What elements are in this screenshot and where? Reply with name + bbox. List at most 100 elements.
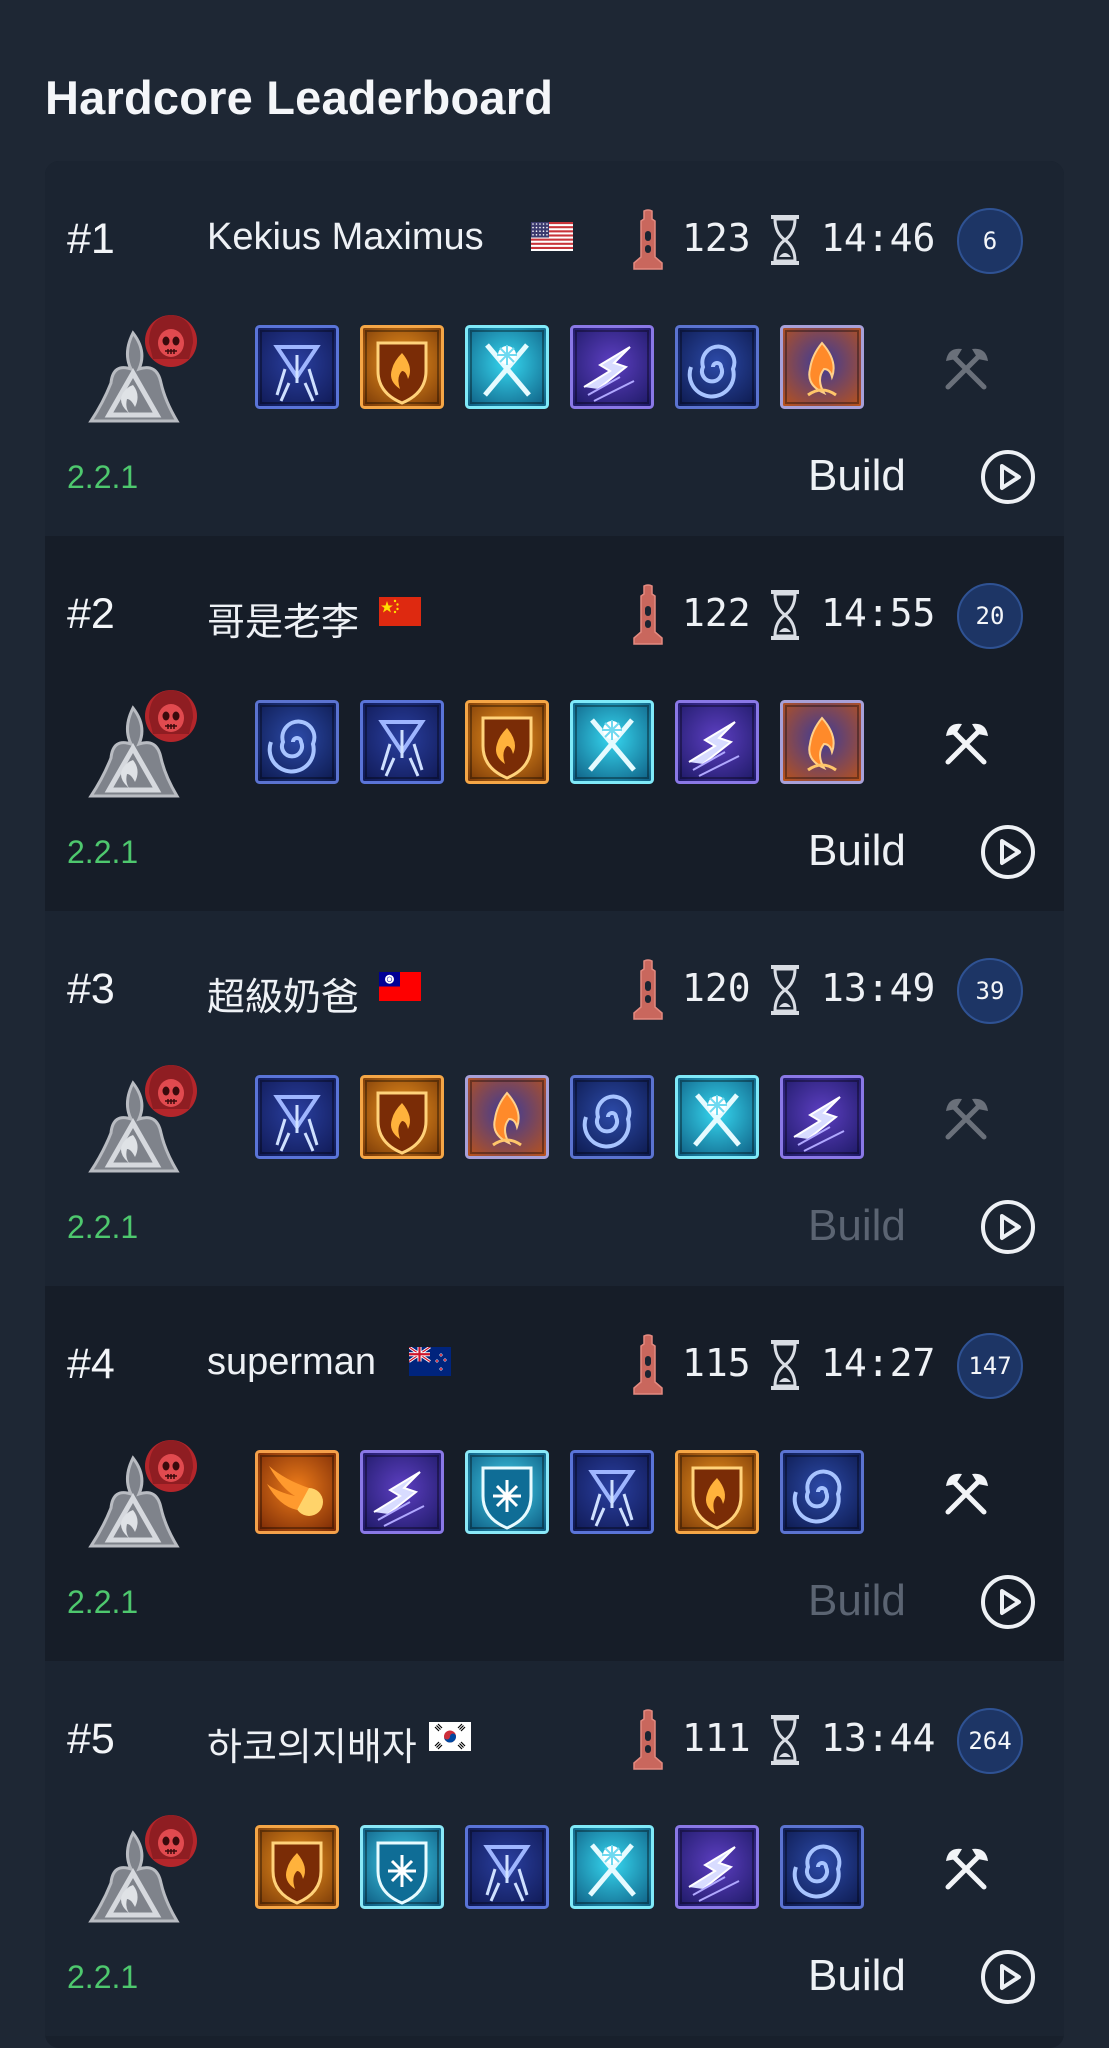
- frost-blades-icon[interactable]: [675, 1075, 759, 1159]
- game-version: 2.2.1: [67, 834, 139, 870]
- tower-icon: [628, 584, 668, 646]
- game-version: 2.2.1: [67, 1209, 139, 1245]
- crossed-axes-icon[interactable]: [938, 1841, 994, 1897]
- lightning-spear-icon[interactable]: [570, 1450, 654, 1534]
- ice-shield-icon[interactable]: [465, 1450, 549, 1534]
- flame-shield-icon[interactable]: [675, 1450, 759, 1534]
- lightning-spear-icon[interactable]: [360, 700, 444, 784]
- rank-label: #1: [67, 215, 115, 263]
- rank-label: #3: [67, 965, 115, 1013]
- fire-enchant-icon[interactable]: [465, 1075, 549, 1159]
- pit-level: 111: [682, 1716, 751, 1760]
- pit-level: 122: [682, 591, 751, 635]
- chain-lightning-icon[interactable]: [780, 1075, 864, 1159]
- chain-lightning-icon[interactable]: [360, 1450, 444, 1534]
- necromancer-class-icon: [73, 678, 213, 818]
- tower-icon: [628, 209, 668, 271]
- game-version: 2.2.1: [67, 1584, 139, 1620]
- player-name[interactable]: 哥是老李: [207, 591, 359, 646]
- clear-time: 13:44: [821, 1716, 936, 1760]
- build-link[interactable]: Build: [808, 1576, 906, 1626]
- flame-shield-icon[interactable]: [360, 325, 444, 409]
- hourglass-icon: [765, 213, 805, 267]
- vortex-icon[interactable]: [780, 1450, 864, 1534]
- rank-badge: 6: [957, 208, 1023, 274]
- leaderboard-entry[interactable]: #1 Kekius Maximus 123 14:46 6 2.2.1 Build: [45, 161, 1064, 536]
- tower-icon: [628, 1334, 668, 1396]
- play-video-button[interactable]: [980, 1574, 1036, 1630]
- crossed-axes-icon[interactable]: [938, 1466, 994, 1522]
- clear-time: 14:46: [821, 216, 936, 260]
- nz-flag-icon: [408, 1345, 451, 1376]
- frost-blades-icon[interactable]: [465, 325, 549, 409]
- game-version: 2.2.1: [67, 1959, 139, 1995]
- rank-label: #2: [67, 590, 115, 638]
- vortex-icon[interactable]: [675, 325, 759, 409]
- crossed-axes-icon[interactable]: [938, 341, 994, 397]
- clear-time: 13:49: [821, 966, 936, 1010]
- tower-icon: [628, 1709, 668, 1771]
- rank-label: #5: [67, 1715, 115, 1763]
- rank-label: #4: [67, 1340, 115, 1388]
- chain-lightning-icon[interactable]: [570, 325, 654, 409]
- lightning-spear-icon[interactable]: [255, 325, 339, 409]
- player-name[interactable]: superman: [207, 1341, 376, 1384]
- necromancer-class-icon: [73, 303, 213, 443]
- chain-lightning-icon[interactable]: [675, 700, 759, 784]
- hourglass-icon: [765, 588, 805, 642]
- rank-badge: 20: [957, 583, 1023, 649]
- crossed-axes-icon[interactable]: [938, 716, 994, 772]
- lightning-spear-icon[interactable]: [255, 1075, 339, 1159]
- clear-time: 14:55: [821, 591, 936, 635]
- player-name[interactable]: 하코의지배자: [207, 1716, 417, 1771]
- cn-flag-icon: [379, 597, 421, 626]
- build-link[interactable]: Build: [808, 1201, 906, 1251]
- necromancer-class-icon: [73, 1803, 213, 1943]
- necromancer-class-icon: [73, 1053, 213, 1193]
- rank-badge: 264: [957, 1708, 1023, 1774]
- clear-time: 14:27: [821, 1341, 936, 1385]
- play-video-button[interactable]: [980, 1949, 1036, 2005]
- fireball-icon[interactable]: [255, 1450, 339, 1534]
- leaderboard-entry[interactable]: #5 하코의지배자 111 13:44 264 2.2.1 Build: [45, 1661, 1064, 2036]
- frost-blades-icon[interactable]: [570, 700, 654, 784]
- player-name[interactable]: 超級奶爸: [207, 966, 359, 1021]
- rank-badge: 39: [957, 958, 1023, 1024]
- leaderboard-entry[interactable]: #2 哥是老李 122 14:55 20 2.2.1 Build: [45, 536, 1064, 911]
- leaderboard-entry[interactable]: #3 超級奶爸 120 13:49 39 2.2.1 Build: [45, 911, 1064, 1286]
- flame-shield-icon[interactable]: [360, 1075, 444, 1159]
- pit-level: 120: [682, 966, 751, 1010]
- play-video-button[interactable]: [980, 824, 1036, 880]
- lightning-spear-icon[interactable]: [465, 1825, 549, 1909]
- frost-blades-icon[interactable]: [570, 1825, 654, 1909]
- ice-shield-icon[interactable]: [360, 1825, 444, 1909]
- tower-icon: [628, 959, 668, 1021]
- game-version: 2.2.1: [67, 459, 139, 495]
- rank-badge: 147: [957, 1333, 1023, 1399]
- tw-flag-icon: [379, 972, 421, 1001]
- build-link[interactable]: Build: [808, 451, 906, 501]
- leaderboard-list: #1 Kekius Maximus 123 14:46 6 2.2.1 Build #2 哥是老…: [45, 161, 1064, 2048]
- build-link[interactable]: Build: [808, 826, 906, 876]
- vortex-icon[interactable]: [255, 700, 339, 784]
- us-flag-icon: [531, 222, 573, 251]
- flame-shield-icon[interactable]: [255, 1825, 339, 1909]
- crossed-axes-icon[interactable]: [938, 1091, 994, 1147]
- pit-level: 115: [682, 1341, 751, 1385]
- player-name[interactable]: Kekius Maximus: [207, 216, 484, 259]
- vortex-icon[interactable]: [780, 1825, 864, 1909]
- leaderboard-entry[interactable]: #4 superman 115 14:27 147 2.2.1 Build: [45, 1286, 1064, 1661]
- fire-enchant-icon[interactable]: [780, 700, 864, 784]
- hourglass-icon: [765, 1713, 805, 1767]
- page-title: Hardcore Leaderboard: [45, 71, 554, 124]
- flame-shield-icon[interactable]: [465, 700, 549, 784]
- hourglass-icon: [765, 963, 805, 1017]
- play-video-button[interactable]: [980, 449, 1036, 505]
- kr-flag-icon: [429, 1722, 471, 1751]
- build-link[interactable]: Build: [808, 1951, 906, 2001]
- chain-lightning-icon[interactable]: [675, 1825, 759, 1909]
- vortex-icon[interactable]: [570, 1075, 654, 1159]
- play-video-button[interactable]: [980, 1199, 1036, 1255]
- fire-enchant-icon[interactable]: [780, 325, 864, 409]
- pit-level: 123: [682, 216, 751, 260]
